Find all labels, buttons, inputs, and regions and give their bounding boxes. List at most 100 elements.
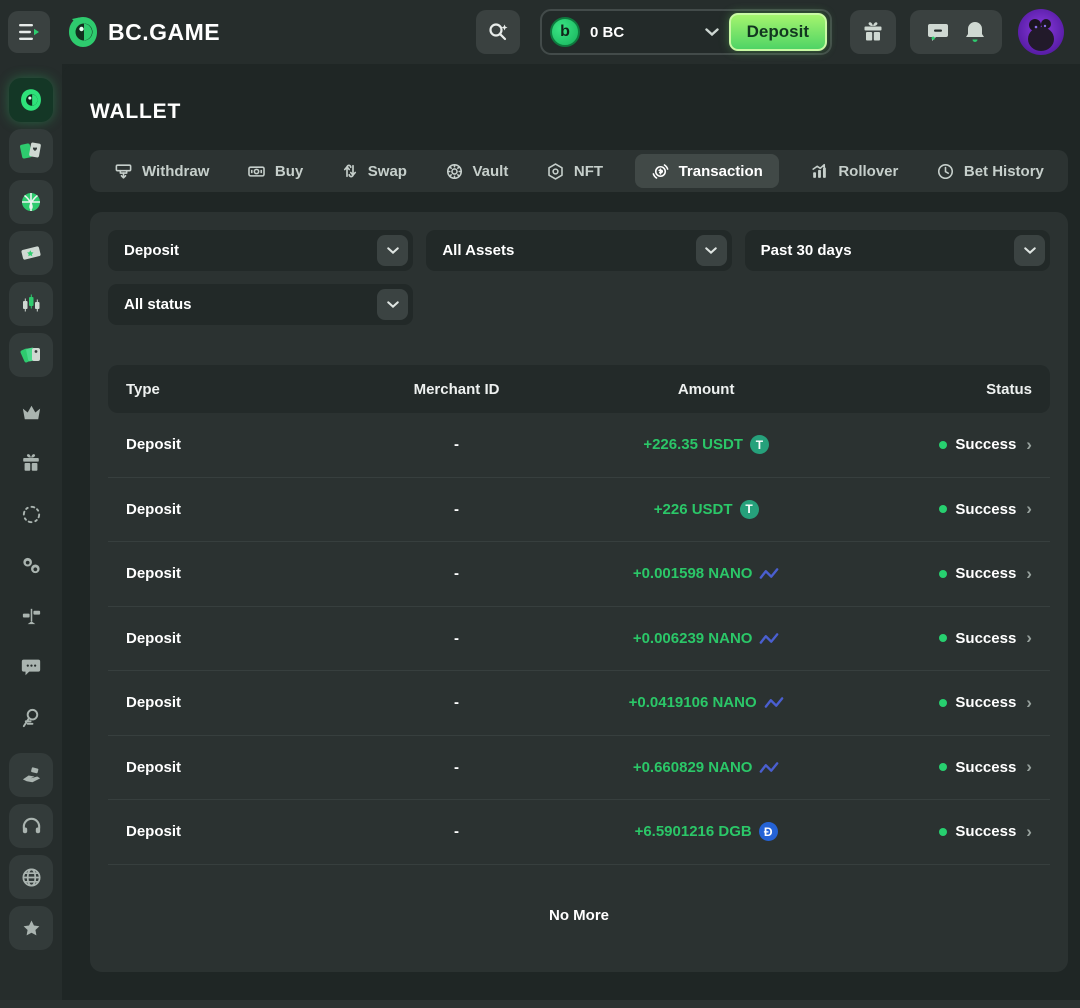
row-status[interactable]: Success › — [833, 435, 1050, 455]
status-text: Success — [955, 694, 1016, 711]
vip-crown-icon — [20, 401, 43, 424]
withdraw-icon — [114, 162, 133, 181]
tab-label: Buy — [275, 163, 303, 180]
tab-nft[interactable]: NFT — [540, 154, 609, 188]
table-row[interactable]: Deposit - +0.001598 NANO T Đ Success › — [108, 542, 1050, 607]
row-amount: +6.5901216 DGB T Đ — [579, 822, 833, 841]
tab-buy[interactable]: Buy — [241, 154, 309, 188]
row-amount: +0.660829 NANO T Đ — [579, 759, 833, 776]
table-row[interactable]: Deposit - +6.5901216 DGB T Đ Success › — [108, 800, 1050, 865]
sidebar-item-support[interactable] — [9, 804, 53, 848]
brand-logo[interactable]: BC.GAME — [66, 15, 220, 49]
bonus-gift-icon — [20, 452, 42, 474]
wallet-tabbar: Withdraw Buy Swap Va — [90, 150, 1068, 192]
filter-period-dropdown[interactable]: Past 30 days — [745, 230, 1050, 271]
status-dot-icon — [939, 441, 947, 449]
status-dot-icon — [939, 634, 947, 642]
row-merchant-id: - — [334, 694, 579, 711]
sidebar-item-language[interactable] — [9, 855, 53, 899]
row-merchant-id: - — [334, 630, 579, 647]
usdt-coin-icon: T — [750, 435, 769, 454]
sidebar-item-bonus[interactable] — [9, 441, 53, 485]
tab-rollover[interactable]: Rollover — [804, 154, 904, 188]
sidebar-item-forum[interactable] — [9, 645, 53, 689]
status-text: Success — [955, 436, 1016, 453]
vault-icon — [445, 162, 464, 181]
sidebar-item-sports[interactable] — [9, 180, 53, 224]
table-row[interactable]: Deposit - +0.660829 NANO T Đ Success › — [108, 736, 1050, 801]
tab-vault[interactable]: Vault — [439, 154, 515, 188]
sidebar-item-home[interactable] — [9, 78, 53, 122]
table-row[interactable]: Deposit - +226.35 USDT T Đ Success › — [108, 413, 1050, 478]
amount-value: +0.006239 NANO — [633, 630, 753, 647]
sidebar-item-staking[interactable] — [9, 594, 53, 638]
tab-swap[interactable]: Swap — [335, 154, 413, 188]
notifications-button[interactable] — [964, 20, 986, 44]
filter-row: Deposit All Assets Past 30 days — [108, 230, 1050, 271]
chevron-down-icon — [1014, 235, 1045, 266]
row-status[interactable]: Success › — [833, 693, 1050, 713]
status-dot-icon — [939, 505, 947, 513]
rollover-icon — [810, 162, 829, 181]
swap-icon — [341, 162, 359, 180]
sidebar-item-vip[interactable] — [9, 390, 53, 434]
nano-coin-icon — [759, 567, 779, 580]
filter-asset-dropdown[interactable]: All Assets — [426, 230, 731, 271]
usdt-coin-icon: T — [740, 500, 759, 519]
tab-bet-history[interactable]: Bet History — [930, 154, 1050, 188]
row-status[interactable]: Success › — [833, 628, 1050, 648]
table-row[interactable]: Deposit - +0.0419106 NANO T Đ Success › — [108, 671, 1050, 736]
table-row[interactable]: Deposit - +226 USDT T Đ Success › — [108, 478, 1050, 543]
search-button[interactable] — [476, 10, 520, 54]
tab-transaction[interactable]: Transaction — [635, 154, 779, 188]
bc-coin-icon: b — [550, 17, 580, 47]
chevron-right-icon: › — [1026, 822, 1032, 842]
row-type: Deposit — [108, 565, 334, 582]
sidebar-item-racing[interactable] — [9, 333, 53, 377]
promotions-button[interactable] — [850, 10, 896, 54]
sidebar-item-trading[interactable] — [9, 282, 53, 326]
filter-status-dropdown[interactable]: All status — [108, 284, 413, 325]
row-status[interactable]: Success › — [833, 757, 1050, 777]
amount-value: +0.001598 NANO — [633, 565, 753, 582]
hamburger-menu-button[interactable] — [8, 11, 50, 53]
sidebar-item-casino[interactable] — [9, 129, 53, 173]
col-status: Status — [833, 381, 1050, 398]
favorites-star-icon — [21, 918, 42, 939]
chevron-down-icon — [705, 28, 719, 36]
tab-withdraw[interactable]: Withdraw — [108, 154, 215, 188]
sidebar-item-sponsorship[interactable] — [9, 753, 53, 797]
row-type: Deposit — [108, 823, 334, 840]
trading-candlestick-icon — [19, 292, 43, 316]
filter-type-dropdown[interactable]: Deposit — [108, 230, 413, 271]
user-avatar[interactable] — [1018, 9, 1064, 55]
search-sparkle-icon — [486, 20, 510, 44]
sidebar-item-favorites[interactable] — [9, 906, 53, 950]
tab-label: Vault — [473, 163, 509, 180]
notifications-group — [910, 10, 1002, 54]
tab-label: Swap — [368, 163, 407, 180]
sidebar-item-guild[interactable] — [9, 543, 53, 587]
status-text: Success — [955, 630, 1016, 647]
row-merchant-id: - — [334, 565, 579, 582]
sidebar-item-affiliate[interactable] — [9, 696, 53, 740]
filter-period-value: Past 30 days — [761, 242, 852, 259]
row-status[interactable]: Success › — [833, 564, 1050, 584]
chevron-down-icon — [377, 289, 408, 320]
lottery-ticket-icon — [19, 241, 43, 265]
sidebar-item-lottery[interactable] — [9, 231, 53, 275]
brand-name: BC.GAME — [108, 19, 220, 46]
row-amount: +226.35 USDT T Đ — [579, 435, 833, 454]
clock-icon — [936, 162, 955, 181]
row-amount: +0.0419106 NANO T Đ — [579, 694, 833, 711]
balance-selector[interactable]: b 0 BC Deposit — [540, 9, 832, 55]
row-status[interactable]: Success › — [833, 499, 1050, 519]
status-text: Success — [955, 565, 1016, 582]
table-row[interactable]: Deposit - +0.006239 NANO T Đ Success › — [108, 607, 1050, 672]
row-merchant-id: - — [334, 759, 579, 776]
deposit-button[interactable]: Deposit — [729, 13, 827, 51]
row-status[interactable]: Success › — [833, 822, 1050, 842]
col-type: Type — [108, 381, 334, 398]
sidebar-item-spin[interactable] — [9, 492, 53, 536]
chat-button[interactable] — [926, 20, 950, 44]
